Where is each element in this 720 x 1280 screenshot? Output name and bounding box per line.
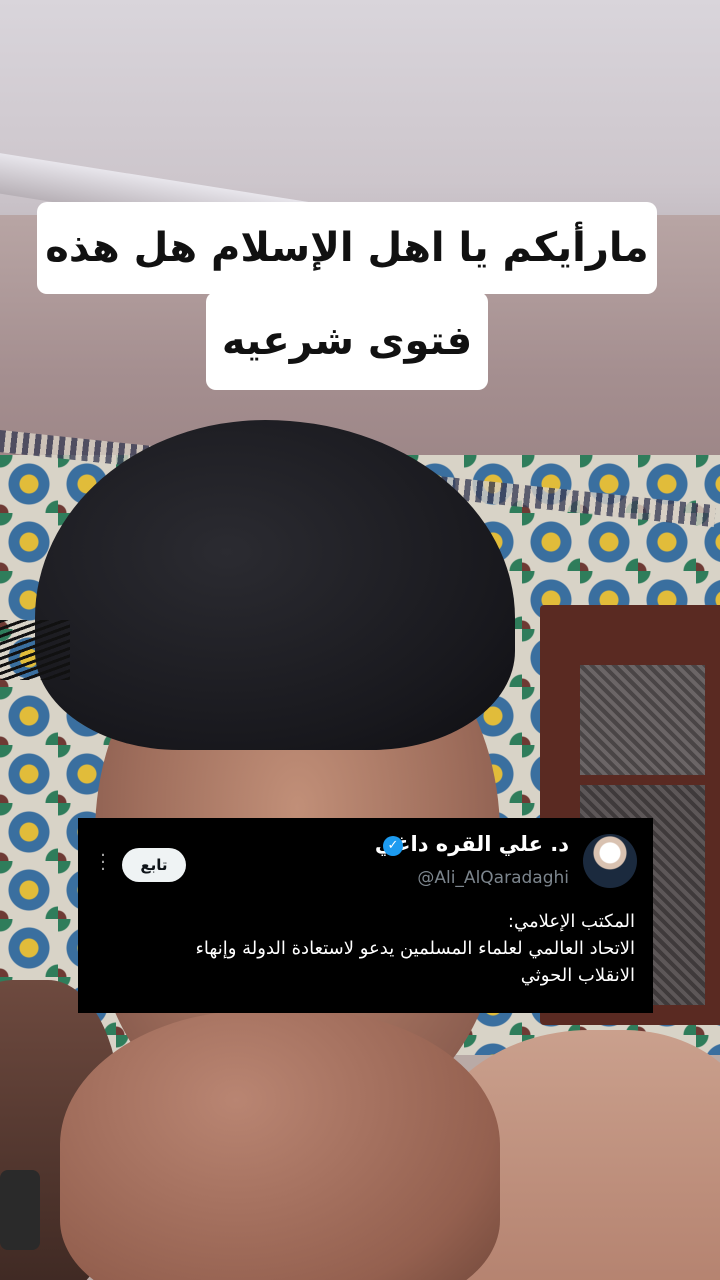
tweet-card: د. علي القره داغي ✓ @Ali_AlQaradaghi تاب…: [78, 818, 653, 1013]
author-name[interactable]: د. علي القره داغي: [375, 832, 569, 856]
more-vertical-icon[interactable]: · · ·: [100, 847, 106, 879]
video-background: [0, 0, 720, 1280]
turban-fringe: [0, 620, 70, 680]
caption-line-1: مارأيكم يا اهل الإسلام هل هذه: [37, 202, 657, 294]
wrist-watch: [0, 1170, 40, 1250]
caption-line-2: فتوى شرعيه: [206, 292, 488, 390]
author-avatar[interactable]: [583, 834, 637, 888]
author-handle[interactable]: @Ali_AlQaradaghi: [417, 868, 569, 888]
verified-badge-icon: ✓: [383, 836, 403, 856]
tweet-text-line-2: الاتحاد العالمي لعلماء المسلمين يدعو لاس…: [195, 938, 635, 959]
tweet-text-line-1: المكتب الإعلامي:: [507, 911, 635, 932]
follow-button[interactable]: تابع: [122, 848, 186, 882]
hand: [60, 1010, 500, 1280]
window-pane-top: [580, 665, 705, 775]
tweet-text-line-3: الانقلاب الحوثي: [520, 965, 635, 986]
tweet-text: المكتب الإعلامي: الاتحاد العالمي لعلماء …: [95, 908, 635, 989]
